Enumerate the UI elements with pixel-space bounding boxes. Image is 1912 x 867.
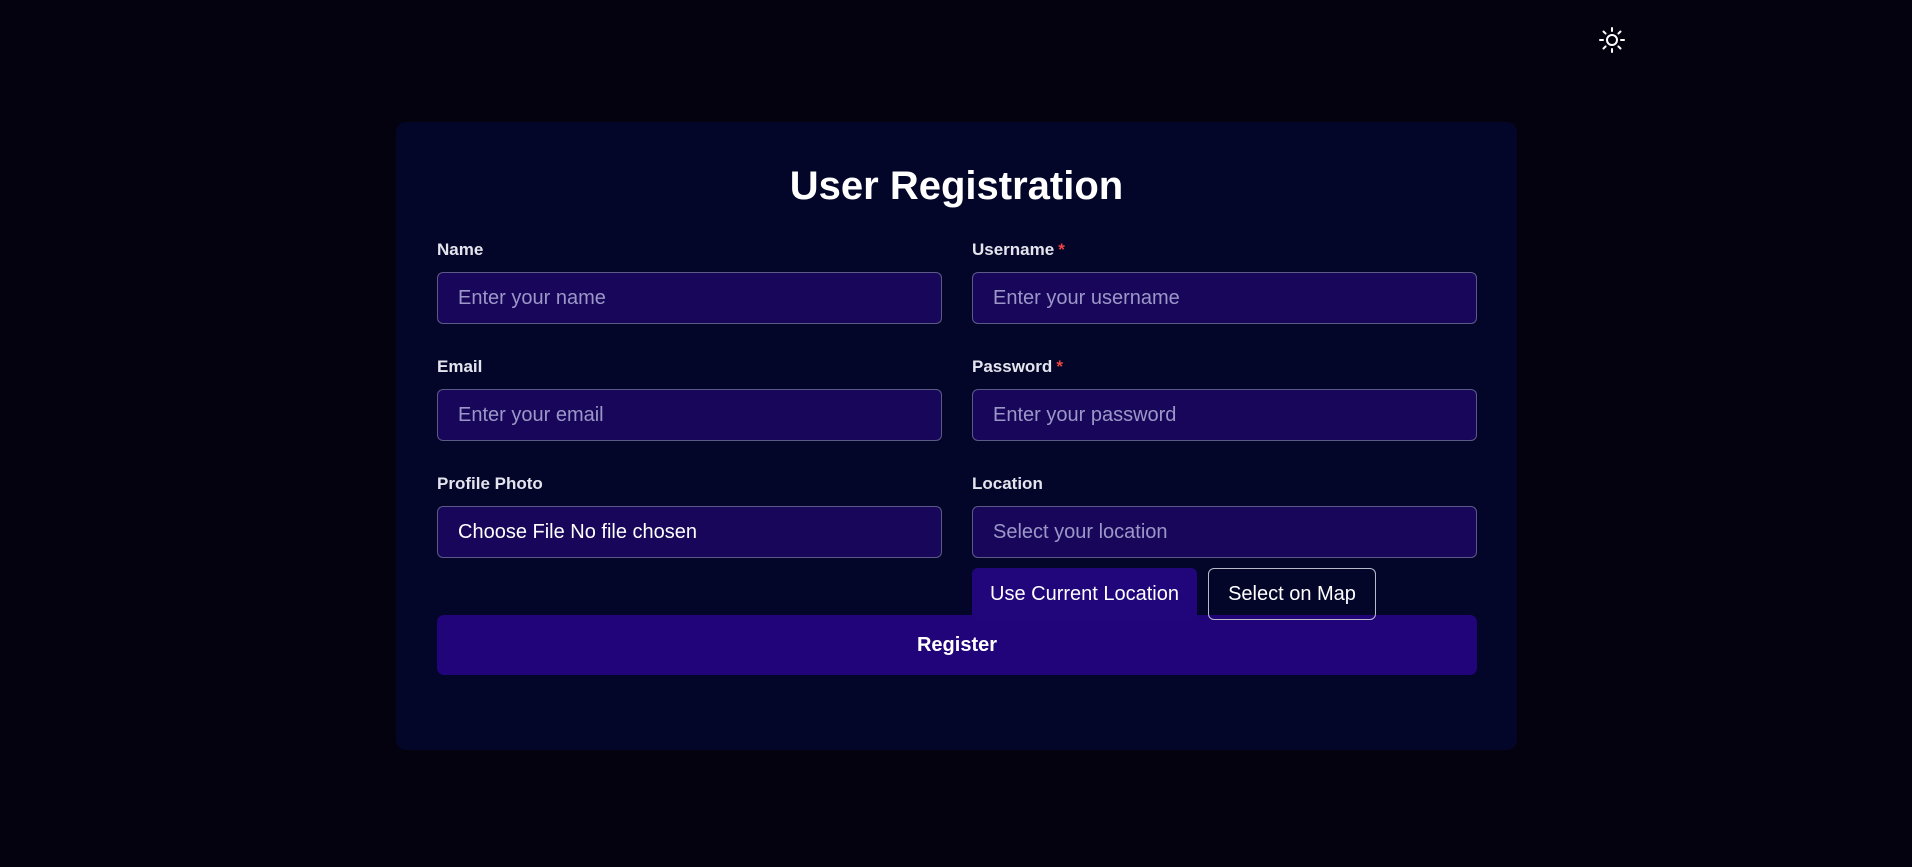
profile-photo-file-input[interactable]: Choose File No file chosen — [437, 506, 942, 558]
name-label: Name — [437, 240, 484, 259]
page-title: User Registration — [789, 164, 1124, 208]
location-field-group: Location Select your location Use Curren… — [972, 474, 1477, 639]
select-on-map-button[interactable]: Select on Map — [1208, 568, 1376, 620]
password-label: Password * — [972, 357, 1063, 376]
username-field-group: Username * Enter your username — [972, 240, 1477, 357]
location-label: Location — [972, 474, 1043, 493]
profile-photo-label: Profile Photo — [437, 474, 543, 493]
username-input[interactable]: Enter your username — [972, 272, 1477, 324]
required-indicator: * — [1058, 240, 1065, 259]
use-current-location-button[interactable]: Use Current Location — [972, 568, 1197, 620]
registration-card: User Registration Name Enter your name U… — [396, 122, 1517, 750]
sun-icon — [1598, 26, 1626, 59]
file-status-text: No file chosen — [570, 520, 698, 543]
name-input[interactable]: Enter your name — [437, 272, 942, 324]
location-input[interactable]: Select your location — [972, 506, 1477, 558]
registration-form: Name Enter your name Username * Enter you… — [437, 240, 1477, 639]
username-label: Username * — [972, 240, 1065, 259]
location-actions: Use Current Location Select on Map — [972, 568, 1477, 620]
email-label: Email — [437, 357, 483, 376]
choose-file-button[interactable]: Choose File — [458, 521, 565, 544]
password-input[interactable]: Enter your password — [972, 389, 1477, 441]
theme-toggle-button[interactable] — [1596, 26, 1628, 58]
required-indicator: * — [1056, 357, 1063, 376]
name-field-group: Name Enter your name — [437, 240, 942, 357]
password-field-group: Password * Enter your password — [972, 357, 1477, 474]
email-field-group: Email Enter your email — [437, 357, 942, 474]
email-input[interactable]: Enter your email — [437, 389, 942, 441]
profile-photo-field-group: Profile Photo Choose File No file chosen — [437, 474, 942, 639]
